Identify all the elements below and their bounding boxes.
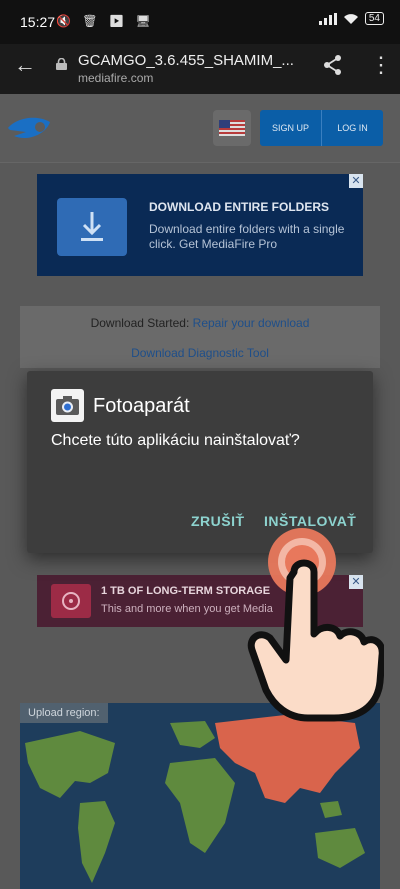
lock-icon xyxy=(56,58,67,70)
wifi-icon xyxy=(343,13,358,24)
repair-download-link[interactable]: Repair your download xyxy=(193,316,310,330)
signal-icon xyxy=(318,12,337,25)
share-icon[interactable] xyxy=(322,54,344,76)
status-time: 15:27 xyxy=(20,14,56,30)
storage-drive-icon xyxy=(51,584,91,618)
signup-button[interactable]: SIGN UP xyxy=(260,110,321,146)
ad-banner-folders[interactable]: DOWNLOAD ENTIRE FOLDERS Download entire … xyxy=(37,174,363,276)
upload-region-label: Upload region: xyxy=(20,703,108,723)
back-arrow-icon[interactable]: ← xyxy=(14,52,36,78)
notification-icons: 🔇 🗑 ▶ 🖥 xyxy=(56,14,155,28)
language-flag-button[interactable] xyxy=(213,110,251,146)
ad-body: Download entire folders with a single cl… xyxy=(149,222,345,251)
download-folder-icon xyxy=(57,198,127,256)
ad-title: DOWNLOAD ENTIRE FOLDERS xyxy=(149,200,329,214)
mediafire-logo-icon[interactable] xyxy=(6,114,54,142)
camera-app-icon xyxy=(51,389,84,422)
upload-region-map: Upload region: xyxy=(20,703,380,889)
diagnostic-tool-link[interactable]: Download Diagnostic Tool xyxy=(20,346,380,360)
dialog-app-name: Fotoaparát xyxy=(93,395,190,417)
dialog-message: Chcete túto aplikáciu nainštalovať? xyxy=(51,432,300,449)
status-bar: 15:27 🔇 🗑 ▶ 🖥 54 xyxy=(0,0,400,44)
status-indicators: 54 xyxy=(318,12,384,25)
battery-icon: 54 xyxy=(364,12,384,25)
ad-close-icon[interactable]: ✕ xyxy=(349,174,363,188)
browser-url-bar: ← GCAMGO_3.6.455_SHAMIM_... mediafire.co… xyxy=(0,44,400,94)
download-started-line: Download Started: Repair your download xyxy=(20,316,380,330)
download-status-box: Download Started: Repair your download D… xyxy=(20,306,380,368)
more-menu-icon[interactable]: ⋮ xyxy=(370,52,392,78)
page-title[interactable]: GCAMGO_3.6.455_SHAMIM_... xyxy=(78,52,294,69)
auth-buttons: SIGN UP LOG IN xyxy=(260,110,383,146)
login-button[interactable]: LOG IN xyxy=(322,110,383,146)
us-flag-icon xyxy=(219,120,245,136)
world-map-icon xyxy=(25,715,365,883)
page-domain[interactable]: mediafire.com xyxy=(78,71,153,85)
tap-hand-pointer-icon xyxy=(247,528,384,722)
download-started-text: Download Started: xyxy=(90,316,190,330)
